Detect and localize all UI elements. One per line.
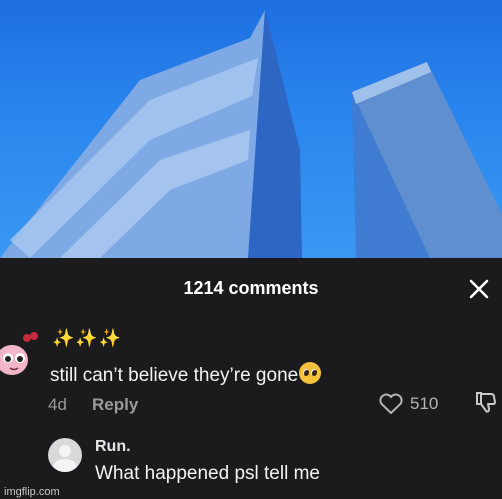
- heart-icon: [379, 393, 403, 414]
- comment-text: still can’t believe they’re gone: [50, 362, 322, 387]
- comments-panel: 1214 comments ✨✨✨ still can’t believe th…: [0, 258, 502, 499]
- sparkles-emoji: ✨✨✨: [52, 328, 123, 348]
- comment-body: still can’t believe they’re gone: [50, 365, 299, 386]
- avatar[interactable]: [0, 326, 40, 376]
- like-count: 510: [410, 394, 439, 413]
- comments-count-title: 1214 comments: [183, 278, 319, 298]
- watermark: imgflip.com: [4, 486, 60, 498]
- comment-text: What happened psl tell me: [95, 463, 320, 484]
- like-button[interactable]: 510: [378, 392, 438, 416]
- close-icon[interactable]: [466, 276, 492, 302]
- avatar-default[interactable]: [48, 438, 82, 472]
- video-frame[interactable]: [0, 0, 502, 258]
- reply-button[interactable]: Reply: [92, 395, 138, 415]
- thumbs-down-icon[interactable]: [474, 390, 498, 414]
- username[interactable]: Run.: [95, 438, 131, 456]
- pleading-face-icon: [299, 362, 322, 384]
- twin-towers-image: [0, 10, 502, 258]
- comment-age: 4d: [48, 395, 67, 414]
